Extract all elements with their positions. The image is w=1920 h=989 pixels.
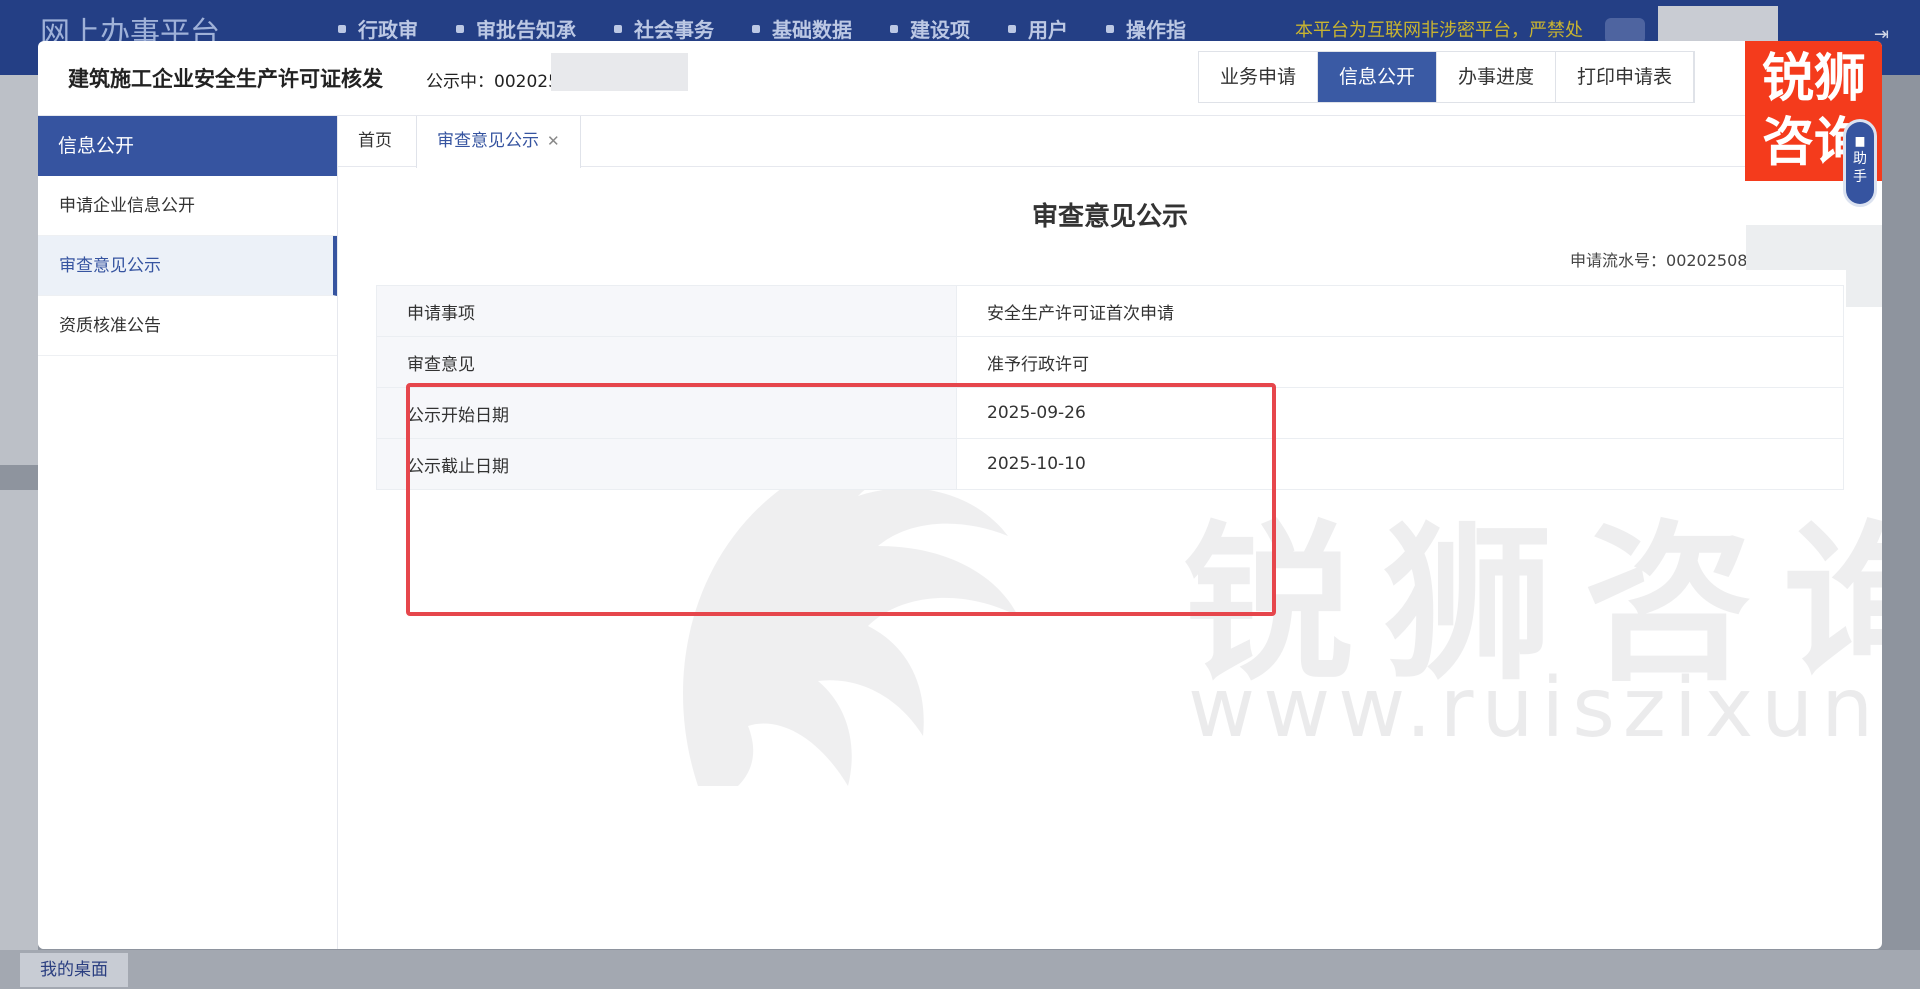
print-form-button[interactable]: 打印申请表 — [1556, 52, 1695, 102]
redacted-number — [551, 53, 688, 91]
row-value: 安全生产许可证首次申请 — [956, 285, 1844, 337]
row-key: 审查意见 — [376, 336, 957, 388]
background-taskbar — [0, 950, 1920, 989]
nav-icon — [456, 24, 464, 33]
modal-title: 建筑施工企业安全生产许可证核发 — [68, 67, 383, 91]
table-row: 审查意见 准予行政许可 — [376, 336, 1844, 388]
highlight-box — [406, 383, 1276, 616]
sidebar-header: 信息公开 — [38, 116, 337, 176]
background-nav: 行政审 审批告知承 社会事务 基础数据 建设项 用户 操作指 — [338, 14, 1224, 43]
progress-button[interactable]: 办事进度 — [1437, 52, 1557, 102]
row-value: 准予行政许可 — [956, 336, 1844, 388]
nav-item[interactable]: 建设项 — [890, 14, 970, 43]
tab-home[interactable]: 首页 — [338, 116, 412, 167]
modal-button-group: 业务申请 信息公开 办事进度 打印申请表 — [1198, 51, 1696, 103]
info-modal: 建筑施工企业安全生产许可证核发 公示中：002025 业务申请 信息公开 办事进… — [38, 41, 1882, 949]
desktop-tab[interactable]: 我的桌面 — [20, 953, 128, 987]
nav-item[interactable]: 审批告知承 — [456, 14, 576, 43]
background-card — [0, 490, 38, 960]
sidebar-item-company-info[interactable]: 申请企业信息公开 — [38, 176, 337, 236]
chat-icon: ▆ — [1855, 134, 1865, 147]
redacted-serial — [1846, 225, 1882, 307]
row-key: 申请事项 — [376, 285, 957, 337]
platform-notice: 本平台为互联网非涉密平台，严禁处 — [1295, 20, 1583, 41]
modal-header: 建筑施工企业安全生产许可证核发 公示中：002025 业务申请 信息公开 办事进… — [38, 41, 1882, 116]
page-title: 审查意见公示 — [1031, 202, 1188, 232]
sidebar-item-qualification-notice[interactable]: 资质核准公告 — [38, 296, 337, 356]
redacted-serial — [1746, 225, 1846, 270]
watermark-url: www.ruiszixun.com — [1188, 661, 1882, 756]
nav-icon — [1106, 24, 1114, 33]
tab-bar: 首页 审查意见公示 ✕ — [338, 116, 1882, 168]
main-content: 首页 审查意见公示✕ 锐狮咨询 www.ruiszixun.com 审查意见公示… — [338, 116, 1882, 949]
business-apply-button[interactable]: 业务申请 — [1199, 52, 1319, 102]
table-row: 申请事项 安全生产许可证首次申请 — [376, 285, 1844, 337]
nav-item[interactable]: 用户 — [1008, 14, 1068, 43]
nav-icon — [614, 24, 622, 33]
nav-item[interactable]: 行政审 — [338, 14, 418, 43]
sidebar-item-review-opinion[interactable]: 审查意见公示 — [38, 236, 337, 296]
nav-icon — [338, 24, 346, 33]
assistant-button[interactable]: ▆ 助手 — [1846, 122, 1874, 204]
serial-number: 申请流水号：00202508 — [1570, 251, 1748, 270]
nav-item[interactable]: 操作指 — [1106, 14, 1186, 43]
tab-close-icon[interactable]: ✕ — [547, 132, 560, 150]
nav-item[interactable]: 基础数据 — [752, 14, 852, 43]
nav-item[interactable]: 社会事务 — [614, 14, 714, 43]
sidebar: 信息公开 申请企业信息公开 审查意见公示 资质核准公告 — [38, 116, 338, 949]
nav-icon — [752, 24, 760, 33]
tab-review-opinion[interactable]: 审查意见公示 ✕ — [416, 116, 581, 168]
background-card — [0, 75, 38, 465]
publicity-status: 公示中：002025 — [426, 72, 559, 92]
nav-icon — [1008, 24, 1016, 33]
nav-icon — [890, 24, 898, 33]
info-public-button[interactable]: 信息公开 — [1318, 52, 1438, 102]
